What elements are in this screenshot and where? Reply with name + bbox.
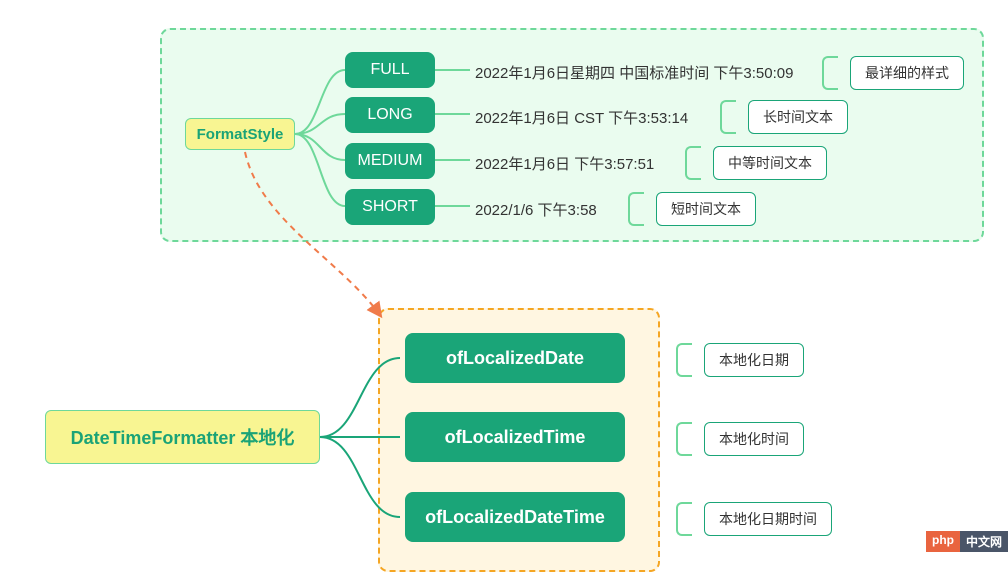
style-pill-short: SHORT	[345, 189, 435, 225]
watermark-right: 中文网	[960, 531, 1008, 552]
bracket-icon	[720, 100, 736, 134]
bracket-icon	[628, 192, 644, 226]
style-pill-medium: MEDIUM	[345, 143, 435, 179]
summary-label: 最详细的样式	[865, 63, 949, 83]
example-text-medium: 2022年1月6日 下午3:57:51	[475, 153, 654, 174]
datetimeformatter-label: DateTimeFormatter 本地化	[71, 424, 295, 450]
method-pill-datetime: ofLocalizedDateTime	[405, 492, 625, 542]
style-pill-label: FULL	[370, 61, 409, 79]
bracket-icon	[676, 422, 692, 456]
style-pill-label: LONG	[367, 106, 412, 124]
summary-box-full: 最详细的样式	[850, 56, 964, 90]
method-label: ofLocalizedDateTime	[425, 507, 605, 528]
summary-label: 中等时间文本	[728, 153, 812, 173]
summary-label: 短时间文本	[671, 199, 741, 219]
summary-label: 本地化时间	[719, 429, 789, 449]
bracket-icon	[822, 56, 838, 90]
summary-label: 本地化日期	[719, 350, 789, 370]
style-pill-label: MEDIUM	[358, 152, 423, 170]
method-pill-date: ofLocalizedDate	[405, 333, 625, 383]
formatstyle-node: FormatStyle	[185, 118, 295, 150]
bracket-icon	[676, 502, 692, 536]
style-pill-long: LONG	[345, 97, 435, 133]
bracket-icon	[676, 343, 692, 377]
watermark-left: php	[926, 531, 960, 552]
datetimeformatter-node: DateTimeFormatter 本地化	[45, 410, 320, 464]
method-pill-time: ofLocalizedTime	[405, 412, 625, 462]
style-pill-full: FULL	[345, 52, 435, 88]
method-label: ofLocalizedTime	[445, 427, 586, 448]
summary-box-date: 本地化日期	[704, 343, 804, 377]
bracket-icon	[685, 146, 701, 180]
example-text-full: 2022年1月6日星期四 中国标准时间 下午3:50:09	[475, 62, 793, 83]
summary-label: 长时间文本	[763, 107, 833, 127]
style-pill-label: SHORT	[362, 198, 418, 216]
example-text-long: 2022年1月6日 CST 下午3:53:14	[475, 107, 688, 128]
method-label: ofLocalizedDate	[446, 348, 584, 369]
summary-label: 本地化日期时间	[719, 509, 817, 529]
summary-box-datetime: 本地化日期时间	[704, 502, 832, 536]
formatstyle-label: FormatStyle	[197, 126, 284, 143]
summary-box-medium: 中等时间文本	[713, 146, 827, 180]
summary-box-short: 短时间文本	[656, 192, 756, 226]
example-text-short: 2022/1/6 下午3:58	[475, 199, 597, 220]
watermark: php 中文网	[926, 531, 1008, 552]
summary-box-long: 长时间文本	[748, 100, 848, 134]
summary-box-time: 本地化时间	[704, 422, 804, 456]
